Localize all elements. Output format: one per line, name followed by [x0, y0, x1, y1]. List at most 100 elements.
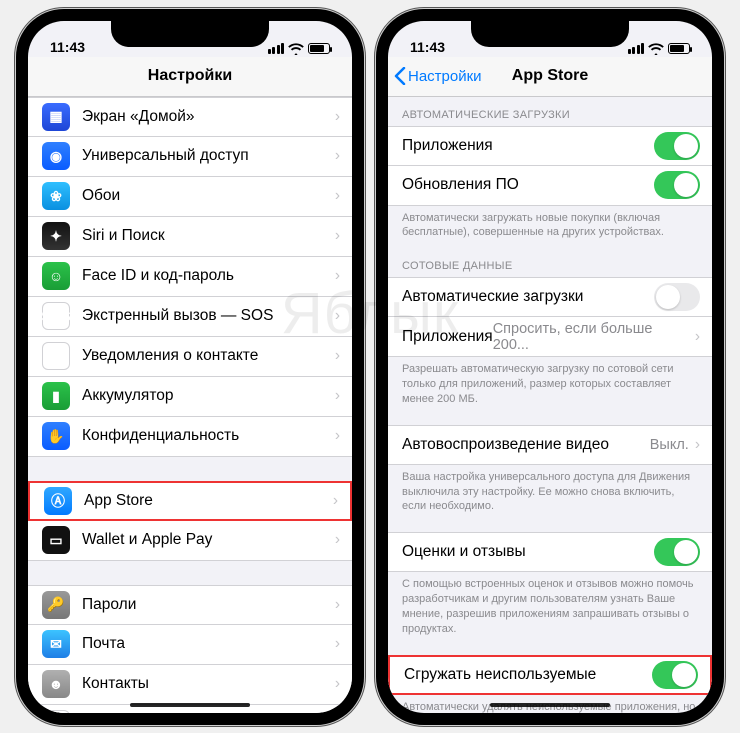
settings-row-sos[interactable]: SOS Экстренный вызов — SOS ›: [28, 297, 352, 337]
settings-row-passwords[interactable]: 🔑 Пароли ›: [28, 585, 352, 625]
battery-icon: [308, 43, 330, 54]
contacts-icon: ☻: [42, 670, 70, 698]
settings-list[interactable]: ▦ Экран «Домой» › ◉ Универсальный доступ…: [28, 97, 352, 713]
settings-row-mail[interactable]: ✉ Почта ›: [28, 625, 352, 665]
screen-right: 11:43 Настройки App Store АВТОМАТИЧЕСКИЕ…: [388, 21, 712, 713]
appstore-icon: Ⓐ: [44, 487, 72, 515]
settings-row-contacts[interactable]: ☻ Контакты ›: [28, 665, 352, 705]
wallpaper-icon: ❀: [42, 182, 70, 210]
chevron-right-icon: ›: [335, 427, 340, 445]
chevron-right-icon: ›: [333, 492, 338, 510]
settings-row-battery[interactable]: ▮ Аккумулятор ›: [28, 377, 352, 417]
battery-icon: [668, 43, 690, 54]
exposure-icon: ✳: [42, 342, 70, 370]
row-autoplay[interactable]: Автовоспроизведение видео Выкл. ›: [388, 425, 712, 465]
notch: [471, 19, 629, 47]
phone-right: 11:43 Настройки App Store АВТОМАТИЧЕСКИЕ…: [376, 9, 724, 725]
switch-ratings[interactable]: [654, 538, 700, 566]
status-time: 11:43: [410, 39, 445, 55]
settings-row-privacy[interactable]: ✋ Конфиденциальность ›: [28, 417, 352, 457]
switch-updates[interactable]: [654, 171, 700, 199]
status-right: [628, 43, 691, 55]
switch-apps[interactable]: [654, 132, 700, 160]
row-label: Контакты: [82, 675, 335, 693]
row-label: Face ID и код-пароль: [82, 267, 335, 285]
row-apps[interactable]: Приложения: [388, 126, 712, 166]
row-label: Wallet и Apple Pay: [82, 531, 335, 549]
home-indicator[interactable]: [130, 703, 250, 707]
row-label: Экран «Домой»: [82, 108, 335, 126]
home-indicator[interactable]: [490, 703, 610, 707]
chevron-right-icon: ›: [335, 531, 340, 549]
row-label: App Store: [84, 492, 333, 510]
battery-icon: ▮: [42, 382, 70, 410]
appstore-settings[interactable]: АВТОМАТИЧЕСКИЕ ЗАГРУЗКИ Приложения Обнов…: [388, 97, 712, 713]
passwords-icon: 🔑: [42, 591, 70, 619]
navbar-title: Настройки: [148, 67, 232, 85]
row-label: Обновления ПО: [402, 176, 654, 194]
row-offload[interactable]: Сгружать неиспользуемые: [388, 655, 712, 695]
back-label: Настройки: [408, 68, 482, 85]
settings-row-wallet[interactable]: ▭ Wallet и Apple Pay ›: [28, 521, 352, 561]
faceid-icon: ☺: [42, 262, 70, 290]
chevron-right-icon: ›: [335, 147, 340, 165]
settings-row-home[interactable]: ▦ Экран «Домой» ›: [28, 97, 352, 137]
navbar: Настройки: [28, 57, 352, 97]
group-header-auto-downloads: АВТОМАТИЧЕСКИЕ ЗАГРУЗКИ: [388, 97, 712, 126]
mail-icon: ✉: [42, 630, 70, 658]
wallet-icon: ▭: [42, 526, 70, 554]
status-right: [268, 43, 331, 55]
chevron-right-icon: ›: [335, 108, 340, 126]
spacer: [28, 561, 352, 585]
settings-row-access[interactable]: ◉ Универсальный доступ ›: [28, 137, 352, 177]
chevron-right-icon: ›: [335, 635, 340, 653]
row-label: Сгружать неиспользуемые: [404, 666, 652, 684]
home-icon: ▦: [42, 103, 70, 131]
row-label: Siri и Поиск: [82, 227, 335, 245]
row-label: Автовоспроизведение видео: [402, 436, 650, 454]
chevron-right-icon: ›: [335, 187, 340, 205]
group-footer-autoplay: Ваша настройка универсального доступа дл…: [388, 465, 712, 523]
row-label: Аккумулятор: [82, 387, 335, 405]
row-detail: Выкл.: [650, 437, 689, 453]
switch-cell-auto[interactable]: [654, 283, 700, 311]
chevron-right-icon: ›: [335, 307, 340, 325]
calendar-icon: 17: [42, 710, 70, 713]
chevron-right-icon: ›: [335, 227, 340, 245]
navbar-title: App Store: [512, 67, 588, 85]
row-ratings[interactable]: Оценки и отзывы: [388, 532, 712, 572]
settings-row-faceid[interactable]: ☺ Face ID и код-пароль ›: [28, 257, 352, 297]
access-icon: ◉: [42, 142, 70, 170]
wifi-icon: [648, 43, 664, 55]
row-label: Приложения: [402, 137, 654, 155]
row-label: Обои: [82, 187, 335, 205]
row-updates[interactable]: Обновления ПО: [388, 166, 712, 206]
settings-row-wallpaper[interactable]: ❀ Обои ›: [28, 177, 352, 217]
settings-row-exposure[interactable]: ✳ Уведомления о контакте ›: [28, 337, 352, 377]
row-label: Приложения: [402, 328, 493, 346]
row-cell-auto[interactable]: Автоматические загрузки: [388, 277, 712, 317]
screen-left: 11:43 Настройки ▦ Экран «Домой» › ◉ Унив…: [28, 21, 352, 713]
chevron-right-icon: ›: [335, 347, 340, 365]
chevron-right-icon: ›: [335, 387, 340, 405]
group-footer-ratings: С помощью встроенных оценок и отзывов мо…: [388, 572, 712, 644]
back-button[interactable]: Настройки: [394, 67, 482, 85]
chevron-right-icon: ›: [695, 436, 700, 454]
switch-offload[interactable]: [652, 661, 698, 689]
row-label: Конфиденциальность: [82, 427, 335, 445]
row-label: Оценки и отзывы: [402, 543, 654, 561]
sos-icon: SOS: [42, 302, 70, 330]
row-label: Универсальный доступ: [82, 147, 335, 165]
row-label: Автоматические загрузки: [402, 288, 654, 306]
chevron-right-icon: ›: [695, 328, 700, 346]
row-label: Уведомления о контакте: [82, 347, 335, 365]
row-label: Экстренный вызов — SOS: [82, 307, 335, 325]
settings-row-siri[interactable]: ✦ Siri и Поиск ›: [28, 217, 352, 257]
siri-icon: ✦: [42, 222, 70, 250]
group-header-cellular: СОТОВЫЕ ДАННЫЕ: [388, 248, 712, 277]
privacy-icon: ✋: [42, 422, 70, 450]
row-cell-apps[interactable]: Приложения Спросить, если больше 200... …: [388, 317, 712, 357]
chevron-left-icon: [394, 67, 406, 85]
settings-row-appstore[interactable]: Ⓐ App Store ›: [28, 481, 352, 521]
row-detail: Спросить, если больше 200...: [493, 321, 689, 353]
